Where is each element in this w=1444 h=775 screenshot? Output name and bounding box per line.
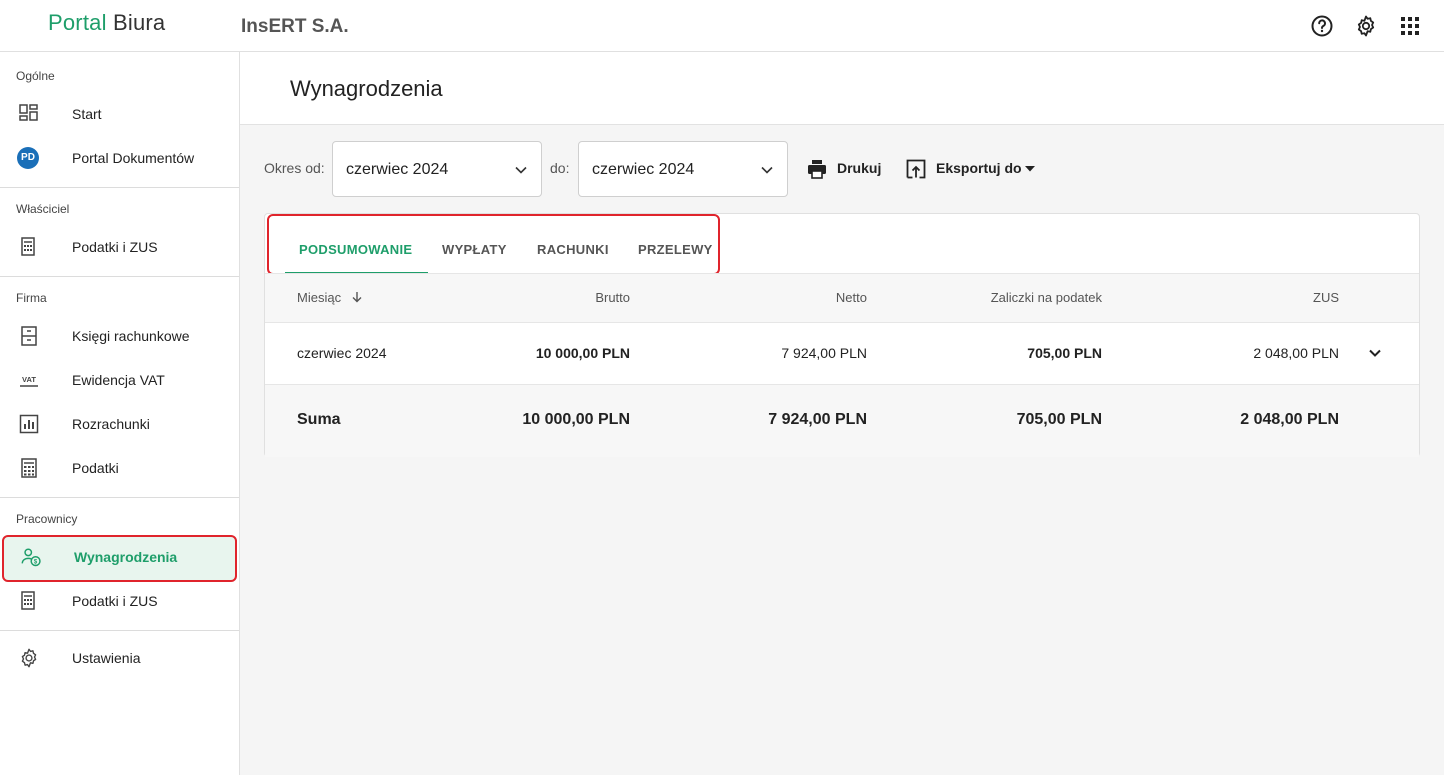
sum-brutto: 10 000,00 PLN (522, 411, 630, 428)
sidebar-item-label: Start (72, 106, 102, 122)
calculator-icon (21, 237, 35, 256)
column-header-brutto: Brutto (595, 290, 630, 305)
cell-zus: 2 048,00 PLN (1253, 345, 1339, 361)
calculator-icon (21, 591, 35, 610)
sidebar: Ogólne Start PD Portal Dokumentów Właści… (0, 52, 240, 775)
user-money-icon: $ (21, 548, 41, 567)
tab-rachunki[interactable]: RACHUNKI (537, 242, 609, 257)
sidebar-item-ewidencja-vat[interactable]: VAT Ewidencja VAT (0, 358, 239, 402)
table-row[interactable]: czerwiec 2024 10 000,00 PLN 7 924,00 PLN… (265, 323, 1419, 385)
section-label-ogolne: Ogólne (16, 69, 55, 83)
tabs-bar: PODSUMOWANIE WYPŁATY RACHUNKI PRZELEWY (267, 214, 720, 275)
column-header-miesiac[interactable]: Miesiąc (297, 290, 363, 305)
sidebar-item-label: Wynagrodzenia (74, 549, 178, 565)
tab-wyplaty[interactable]: WYPŁATY (442, 242, 507, 257)
period-from-label: Okres od: (264, 160, 325, 176)
pd-badge-icon: PD (17, 147, 39, 169)
column-header-zaliczki: Zaliczki na podatek (990, 290, 1102, 305)
column-header-netto: Netto (835, 290, 867, 305)
sidebar-item-podatki-zus-employees[interactable]: Podatki i ZUS (0, 579, 239, 623)
top-bar: Portal Biura InsERT S.A. (0, 0, 1444, 52)
sidebar-divider (0, 276, 239, 277)
print-label: Drukuj (837, 160, 882, 176)
sidebar-item-ksiegi-rachunkowe[interactable]: Księgi rachunkowe (0, 314, 239, 358)
cell-zaliczki: 705,00 PLN (1027, 345, 1102, 361)
vat-icon-text: VAT (22, 375, 36, 384)
section-label-pracownicy: Pracownicy (16, 512, 78, 526)
portal-logo[interactable]: Portal Biura (48, 10, 165, 36)
section-label-firma: Firma (16, 291, 47, 305)
sum-row: Suma 10 000,00 PLN 7 924,00 PLN 705,00 P… (265, 385, 1419, 457)
gear-icon[interactable] (1354, 14, 1378, 38)
export-button[interactable]: Eksportuj do (905, 156, 1040, 182)
sidebar-item-podatki[interactable]: Podatki (0, 446, 239, 490)
sidebar-item-label: Podatki (72, 460, 119, 476)
export-label: Eksportuj do (936, 160, 1022, 176)
apps-grid-icon[interactable] (1398, 14, 1422, 38)
sidebar-divider (0, 187, 239, 188)
sidebar-item-label: Podatki i ZUS (72, 239, 158, 255)
sidebar-divider (0, 497, 239, 498)
vat-icon: VAT (20, 375, 38, 387)
sort-arrow-down-icon (352, 292, 362, 303)
expand-chevron-icon[interactable] (1367, 345, 1383, 361)
chevron-down-icon (761, 166, 773, 174)
sidebar-item-label: Podatki i ZUS (72, 593, 158, 609)
export-icon (906, 159, 926, 179)
section-label-wlasciciel: Właściciel (16, 202, 70, 216)
tab-przelewy[interactable]: PRZELEWY (638, 242, 713, 257)
sidebar-item-label: Portal Dokumentów (72, 150, 195, 166)
chevron-down-icon (515, 166, 527, 174)
caret-down-icon (1025, 166, 1035, 172)
period-from-select[interactable]: czerwiec 2024 (332, 141, 542, 197)
sum-netto: 7 924,00 PLN (768, 411, 867, 428)
sidebar-item-label: Księgi rachunkowe (72, 328, 190, 344)
column-header-label: Miesiąc (297, 290, 342, 305)
summary-card: PODSUMOWANIE WYPŁATY RACHUNKI PRZELEWY M… (264, 213, 1420, 457)
table-header: Miesiąc Brutto Netto Zaliczki na podatek… (265, 273, 1419, 323)
page-title: Wynagrodzenia (290, 76, 443, 101)
tab-podsumowanie[interactable]: PODSUMOWANIE (299, 242, 412, 257)
gear-icon (21, 648, 37, 668)
sum-zus: 2 048,00 PLN (1240, 411, 1339, 428)
cabinet-icon (21, 326, 37, 346)
period-to-label: do: (550, 160, 570, 176)
sum-zaliczki: 705,00 PLN (1016, 411, 1102, 428)
sidebar-item-portal-dokumentow[interactable]: PD Portal Dokumentów (0, 136, 239, 180)
calculator-icon (21, 458, 37, 478)
logo-part-biura: Biura (112, 10, 166, 35)
sidebar-item-label: Ewidencja VAT (72, 372, 165, 388)
print-button[interactable]: Drukuj (806, 156, 886, 182)
sidebar-divider (0, 630, 239, 631)
period-to-select[interactable]: czerwiec 2024 (578, 141, 788, 197)
page-header: Wynagrodzenia (240, 52, 1444, 125)
company-name[interactable]: InsERT S.A. (241, 16, 349, 38)
logo-part-portal: Portal (48, 10, 107, 35)
sidebar-item-label: Ustawienia (72, 650, 141, 666)
column-header-zus: ZUS (1313, 290, 1339, 305)
cell-netto: 7 924,00 PLN (781, 345, 867, 361)
sidebar-item-rozrachunki[interactable]: Rozrachunki (0, 402, 239, 446)
sidebar-item-podatki-zus-owner[interactable]: Podatki i ZUS (0, 225, 239, 269)
cell-brutto: 10 000,00 PLN (535, 345, 630, 361)
main-content: Wynagrodzenia Okres od: czerwiec 2024 do… (240, 52, 1444, 775)
help-circle-icon[interactable] (1310, 14, 1334, 38)
period-to-value: czerwiec 2024 (592, 161, 695, 178)
sidebar-item-wynagrodzenia[interactable]: $ Wynagrodzenia (2, 535, 237, 582)
chart-icon (19, 414, 39, 434)
sidebar-item-start[interactable]: Start (0, 92, 239, 136)
printer-icon (808, 160, 826, 179)
period-from-value: czerwiec 2024 (346, 161, 449, 178)
dashboard-icon (19, 104, 38, 121)
sidebar-item-ustawienia[interactable]: Ustawienia (0, 636, 239, 680)
sidebar-item-label: Rozrachunki (72, 416, 150, 432)
sum-label: Suma (297, 411, 341, 428)
cell-month: czerwiec 2024 (297, 345, 387, 361)
